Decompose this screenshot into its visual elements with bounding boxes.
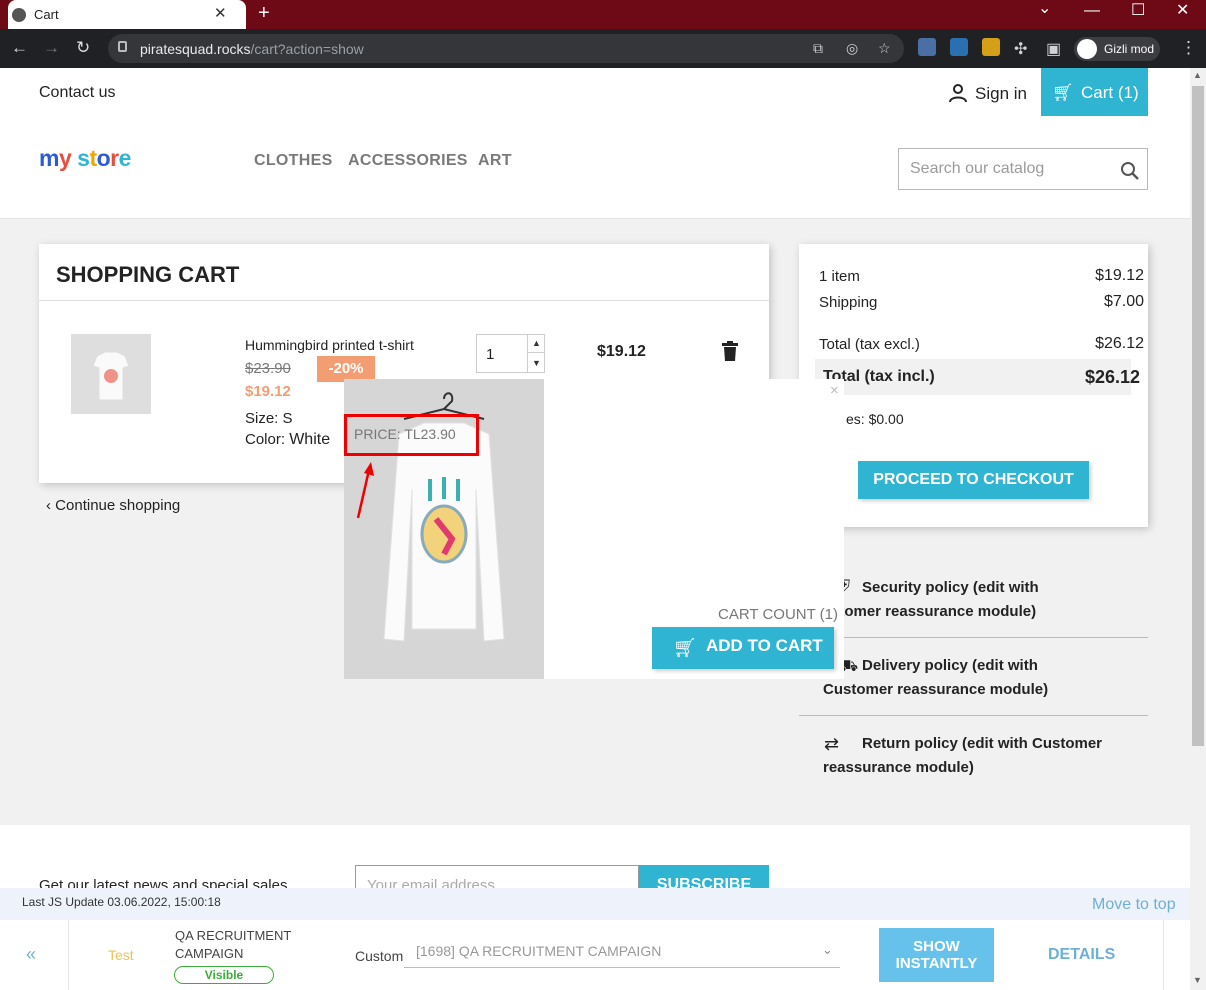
campaign-select-value[interactable]: [1698] QA RECRUITMENT CAMPAIGN [416,943,661,959]
items-count: 1 item [819,268,860,285]
tab-title: Cart [34,7,59,22]
cart-icon[interactable]: 🛒︎ [673,636,697,660]
minimize-icon[interactable]: — [1084,2,1100,20]
back-icon[interactable]: ← [11,38,28,58]
product-price: $19.12 [245,383,291,400]
reassurance-security: Security policy (edit with stomer reassur… [831,579,1039,620]
reassurance-return: Return policy (edit with Customer reassur… [823,735,1103,776]
campaign-name: QA RECRUITMENT CAMPAIGN [175,928,292,961]
scroll-up-icon[interactable]: ▲ [1193,70,1202,80]
incognito-label: Gizli mod [1104,42,1155,56]
cart-title: SHOPPING CART [56,262,240,287]
add-to-cart-label[interactable]: ADD TO CART [706,636,823,656]
quantity-input[interactable]: 1 [486,346,494,363]
close-popup-icon[interactable]: × [830,382,839,399]
chevron-left-icon: ‹ [46,497,56,514]
extension-yellow-icon[interactable] [982,38,1000,56]
forward-icon[interactable]: → [43,38,60,58]
menu-art[interactable]: ART [478,152,512,170]
continue-shopping-link[interactable]: ‹ Continue shopping [46,497,180,514]
popup-price: PRICE: TL23.90 [354,426,456,442]
proceed-to-checkout-button[interactable]: PROCEED TO CHECKOUT [858,461,1089,499]
tracking-blocked-icon[interactable]: ◎ [846,40,858,57]
color-attribute: Color: White [245,431,331,448]
trash-icon[interactable] [721,341,739,361]
decrease-quantity-icon[interactable]: ▼ [527,353,545,373]
increase-quantity-icon[interactable]: ▲ [527,334,545,353]
contact-link[interactable]: Contact us [39,84,115,102]
sidepanel-icon[interactable]: ▣ [1046,39,1061,59]
store-logo[interactable]: my store [39,145,131,172]
url-text[interactable]: piratesquad.rocks/cart?action=show [140,41,364,57]
search-icon[interactable] [1120,161,1140,181]
tab-search-icon[interactable]: ⌄ [1038,0,1051,18]
search-input[interactable]: Search our catalog [910,160,1044,178]
product-thumbnail[interactable] [71,334,151,414]
scroll-down-icon[interactable]: ▼ [1193,975,1202,985]
custom-label: Custom [355,948,404,964]
sign-in-link[interactable]: Sign in [975,84,1027,104]
close-window-icon[interactable]: ✕ [1176,0,1189,20]
size-attribute: Size: S [245,410,293,427]
items-subtotal: $19.12 [1095,267,1144,284]
show-instantly-button[interactable]: SHOW INSTANTLY [879,928,994,982]
line-total: $19.12 [597,343,646,360]
details-button[interactable]: DETAILS [1048,946,1115,964]
user-icon[interactable] [948,83,968,103]
menu-accessories[interactable]: ACCESSORIES [348,152,468,170]
total-incl-value: $26.12 [1084,367,1140,387]
red-arrow-icon [356,462,374,519]
total-excl-value: $26.12 [1095,335,1144,352]
regular-price: $23.90 [245,360,291,377]
divider [68,920,69,990]
test-label: Test [108,947,134,963]
chevron-down-icon[interactable]: ⌄ [822,942,833,958]
reload-icon[interactable]: ↻ [76,38,90,58]
divider [39,300,769,301]
shipping-value: $7.00 [1103,293,1144,310]
status-badge: Visible [174,966,274,984]
product-name[interactable]: Hummingbird printed t-shirt [245,337,414,353]
extension-blue-icon[interactable] [950,38,968,56]
taxes-line: es: $0.00 [846,411,904,427]
total-excl-label: Total (tax excl.) [819,336,920,353]
menu-clothes[interactable]: CLOTHES [254,152,333,170]
reassurance-delivery: Delivery policy (edit with Customer reass… [823,657,1049,698]
lock-icon[interactable] [118,41,127,52]
shipping-label: Shipping [819,294,878,311]
maximize-icon[interactable]: ☐ [1131,0,1145,20]
menu-kebab-icon[interactable]: ⋮ [1180,38,1197,58]
popup-cart-count: CART COUNT (1) [718,606,839,623]
js-update-text: Last JS Update 03.06.2022, 15:00:18 [22,895,221,909]
favicon-icon [12,8,26,22]
swap-icon: ⇄ [824,734,840,754]
cart-button-label[interactable]: Cart (1) [1081,83,1139,103]
translate-icon[interactable]: ⧉ [813,40,823,57]
cart-icon[interactable]: 🛒︎ [1052,83,1074,103]
scrollbar-thumb[interactable] [1192,86,1204,746]
close-tab-icon[interactable]: ✕ [214,4,227,22]
collapse-left-icon[interactable]: « [26,944,36,965]
bookmark-star-icon[interactable]: ☆ [878,40,891,57]
incognito-icon [1077,39,1097,59]
divider [1163,920,1164,990]
divider [799,637,1148,638]
puzzle-icon[interactable]: ✣ [1014,39,1027,59]
extension-shield-icon[interactable] [918,38,936,56]
new-tab-icon[interactable]: + [258,2,270,25]
move-to-top-link[interactable]: Move to top [1092,896,1176,914]
divider [799,715,1148,716]
